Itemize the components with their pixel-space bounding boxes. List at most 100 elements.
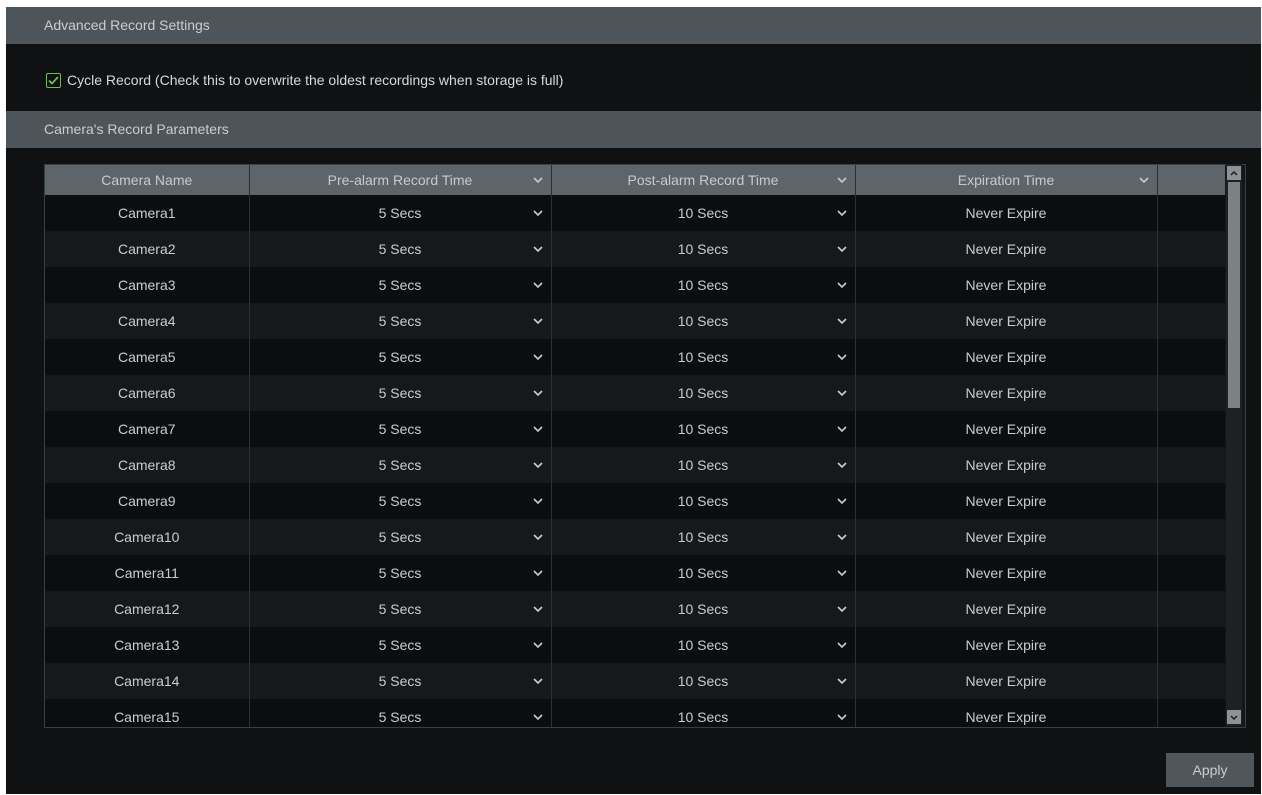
expiration-select[interactable]: Never Expire	[854, 339, 1157, 375]
chevron-down-icon[interactable]	[836, 354, 847, 360]
expiration-select[interactable]: Never Expire	[854, 699, 1157, 727]
post-alarm-select[interactable]: 10 Secs	[550, 483, 855, 519]
chevron-down-icon[interactable]	[836, 246, 847, 252]
pre-alarm-select[interactable]: 5 Secs	[248, 231, 551, 267]
expiration-select[interactable]: Never Expire	[854, 555, 1157, 591]
pre-alarm-select[interactable]: 5 Secs	[248, 663, 551, 699]
chevron-down-icon[interactable]	[532, 462, 543, 468]
pre-alarm-select[interactable]: 5 Secs	[248, 339, 551, 375]
apply-button[interactable]: Apply	[1166, 753, 1254, 787]
expiration-select[interactable]: Never Expire	[854, 375, 1157, 411]
chevron-down-icon[interactable]	[836, 390, 847, 396]
table-scrollbar[interactable]	[1226, 164, 1242, 726]
post-alarm-select[interactable]: 10 Secs	[550, 519, 855, 555]
chevron-down-icon[interactable]	[532, 354, 543, 360]
pre-alarm-select[interactable]: 5 Secs	[248, 483, 551, 519]
post-alarm-select[interactable]: 10 Secs	[550, 699, 855, 727]
pre-alarm-select[interactable]: 5 Secs	[248, 627, 551, 663]
expiration-select[interactable]: Never Expire	[854, 627, 1157, 663]
expiration-select[interactable]: Never Expire	[854, 267, 1157, 303]
pre-alarm-select[interactable]: 5 Secs	[248, 267, 551, 303]
scroll-down-button[interactable]	[1227, 710, 1241, 724]
col-header-pre-alarm[interactable]: Pre-alarm Record Time	[248, 165, 551, 195]
chevron-down-icon[interactable]	[836, 570, 847, 576]
chevron-down-icon[interactable]	[836, 282, 847, 288]
empty-cell	[1156, 375, 1225, 411]
chevron-down-icon[interactable]	[532, 498, 543, 504]
pre-alarm-select[interactable]: 5 Secs	[248, 591, 551, 627]
pre-alarm-select[interactable]: 5 Secs	[248, 375, 551, 411]
chevron-down-icon[interactable]	[532, 210, 543, 216]
expiration-select[interactable]: Never Expire	[854, 483, 1157, 519]
post-alarm-select[interactable]: 10 Secs	[550, 447, 855, 483]
chevron-down-icon[interactable]	[836, 318, 847, 324]
chevron-down-icon[interactable]	[532, 678, 543, 684]
expiration-select[interactable]: Never Expire	[854, 411, 1157, 447]
chevron-down-icon[interactable]	[836, 606, 847, 612]
post-alarm-select[interactable]: 10 Secs	[550, 195, 855, 231]
post-alarm-select[interactable]: 10 Secs	[550, 303, 855, 339]
pre-alarm-select[interactable]: 5 Secs	[248, 519, 551, 555]
chevron-down-icon[interactable]	[1138, 177, 1149, 183]
empty-cell	[1156, 231, 1225, 267]
pre-alarm-select[interactable]: 5 Secs	[248, 555, 551, 591]
empty-cell	[1156, 627, 1225, 663]
chevron-down-icon[interactable]	[836, 177, 847, 183]
post-alarm-select[interactable]: 10 Secs	[550, 591, 855, 627]
chevron-down-icon[interactable]	[532, 570, 543, 576]
chevron-down-icon[interactable]	[532, 606, 543, 612]
chevron-down-icon[interactable]	[532, 318, 543, 324]
table-row: Camera11 5 Secs 10 Secs Never Expire	[45, 555, 1225, 591]
chevron-down-icon[interactable]	[836, 534, 847, 540]
chevron-down-icon[interactable]	[532, 714, 543, 720]
chevron-down-icon[interactable]	[836, 462, 847, 468]
table-row: Camera13 5 Secs 10 Secs Never Expire	[45, 627, 1225, 663]
post-alarm-select[interactable]: 10 Secs	[550, 267, 855, 303]
chevron-down-icon[interactable]	[836, 210, 847, 216]
chevron-down-icon[interactable]	[532, 282, 543, 288]
scrollbar-thumb[interactable]	[1228, 182, 1240, 408]
post-alarm-select[interactable]: 10 Secs	[550, 555, 855, 591]
chevron-down-icon[interactable]	[532, 177, 543, 183]
post-alarm-select[interactable]: 10 Secs	[550, 627, 855, 663]
expiration-select[interactable]: Never Expire	[854, 303, 1157, 339]
col-header-post-alarm[interactable]: Post-alarm Record Time	[550, 165, 855, 195]
expiration-select[interactable]: Never Expire	[854, 519, 1157, 555]
pre-alarm-select[interactable]: 5 Secs	[248, 699, 551, 727]
chevron-down-icon[interactable]	[532, 390, 543, 396]
chevron-down-icon[interactable]	[836, 498, 847, 504]
chevron-down-icon[interactable]	[836, 426, 847, 432]
pre-alarm-select[interactable]: 5 Secs	[248, 303, 551, 339]
col-header-blank	[1156, 165, 1225, 195]
chevron-down-icon[interactable]	[532, 426, 543, 432]
chevron-down-icon[interactable]	[532, 642, 543, 648]
post-alarm-select[interactable]: 10 Secs	[550, 663, 855, 699]
post-alarm-select[interactable]: 10 Secs	[550, 339, 855, 375]
cycle-record-checkbox[interactable]	[46, 72, 61, 88]
chevron-down-icon[interactable]	[532, 246, 543, 252]
chevron-down-icon[interactable]	[836, 714, 847, 720]
cycle-record-option[interactable]: Cycle Record (Check this to overwrite th…	[46, 69, 563, 91]
scroll-up-button[interactable]	[1227, 166, 1241, 180]
expiration-select[interactable]: Never Expire	[854, 663, 1157, 699]
pre-alarm-select[interactable]: 5 Secs	[248, 411, 551, 447]
chevron-down-icon[interactable]	[836, 642, 847, 648]
pre-alarm-select[interactable]: 5 Secs	[248, 195, 551, 231]
pre-alarm-select[interactable]: 5 Secs	[248, 447, 551, 483]
empty-cell	[1156, 195, 1225, 231]
col-header-expiration[interactable]: Expiration Time	[854, 165, 1157, 195]
post-alarm-select[interactable]: 10 Secs	[550, 411, 855, 447]
record-settings-panel: Advanced Record Settings Cycle Record (C…	[6, 7, 1261, 794]
chevron-down-icon[interactable]	[532, 534, 543, 540]
expiration-select[interactable]: Never Expire	[854, 591, 1157, 627]
post-alarm-select[interactable]: 10 Secs	[550, 231, 855, 267]
chevron-down-icon[interactable]	[836, 678, 847, 684]
post-alarm-select[interactable]: 10 Secs	[550, 375, 855, 411]
camera-name-cell: Camera2	[45, 231, 249, 267]
expiration-select[interactable]: Never Expire	[854, 231, 1157, 267]
expiration-select[interactable]: Never Expire	[854, 195, 1157, 231]
expiration-select[interactable]: Never Expire	[854, 447, 1157, 483]
camera-name-cell: Camera13	[45, 627, 249, 663]
record-parameters-table: Camera Name Pre-alarm Record Time Post-a…	[44, 164, 1246, 728]
camera-name-cell: Camera3	[45, 267, 249, 303]
